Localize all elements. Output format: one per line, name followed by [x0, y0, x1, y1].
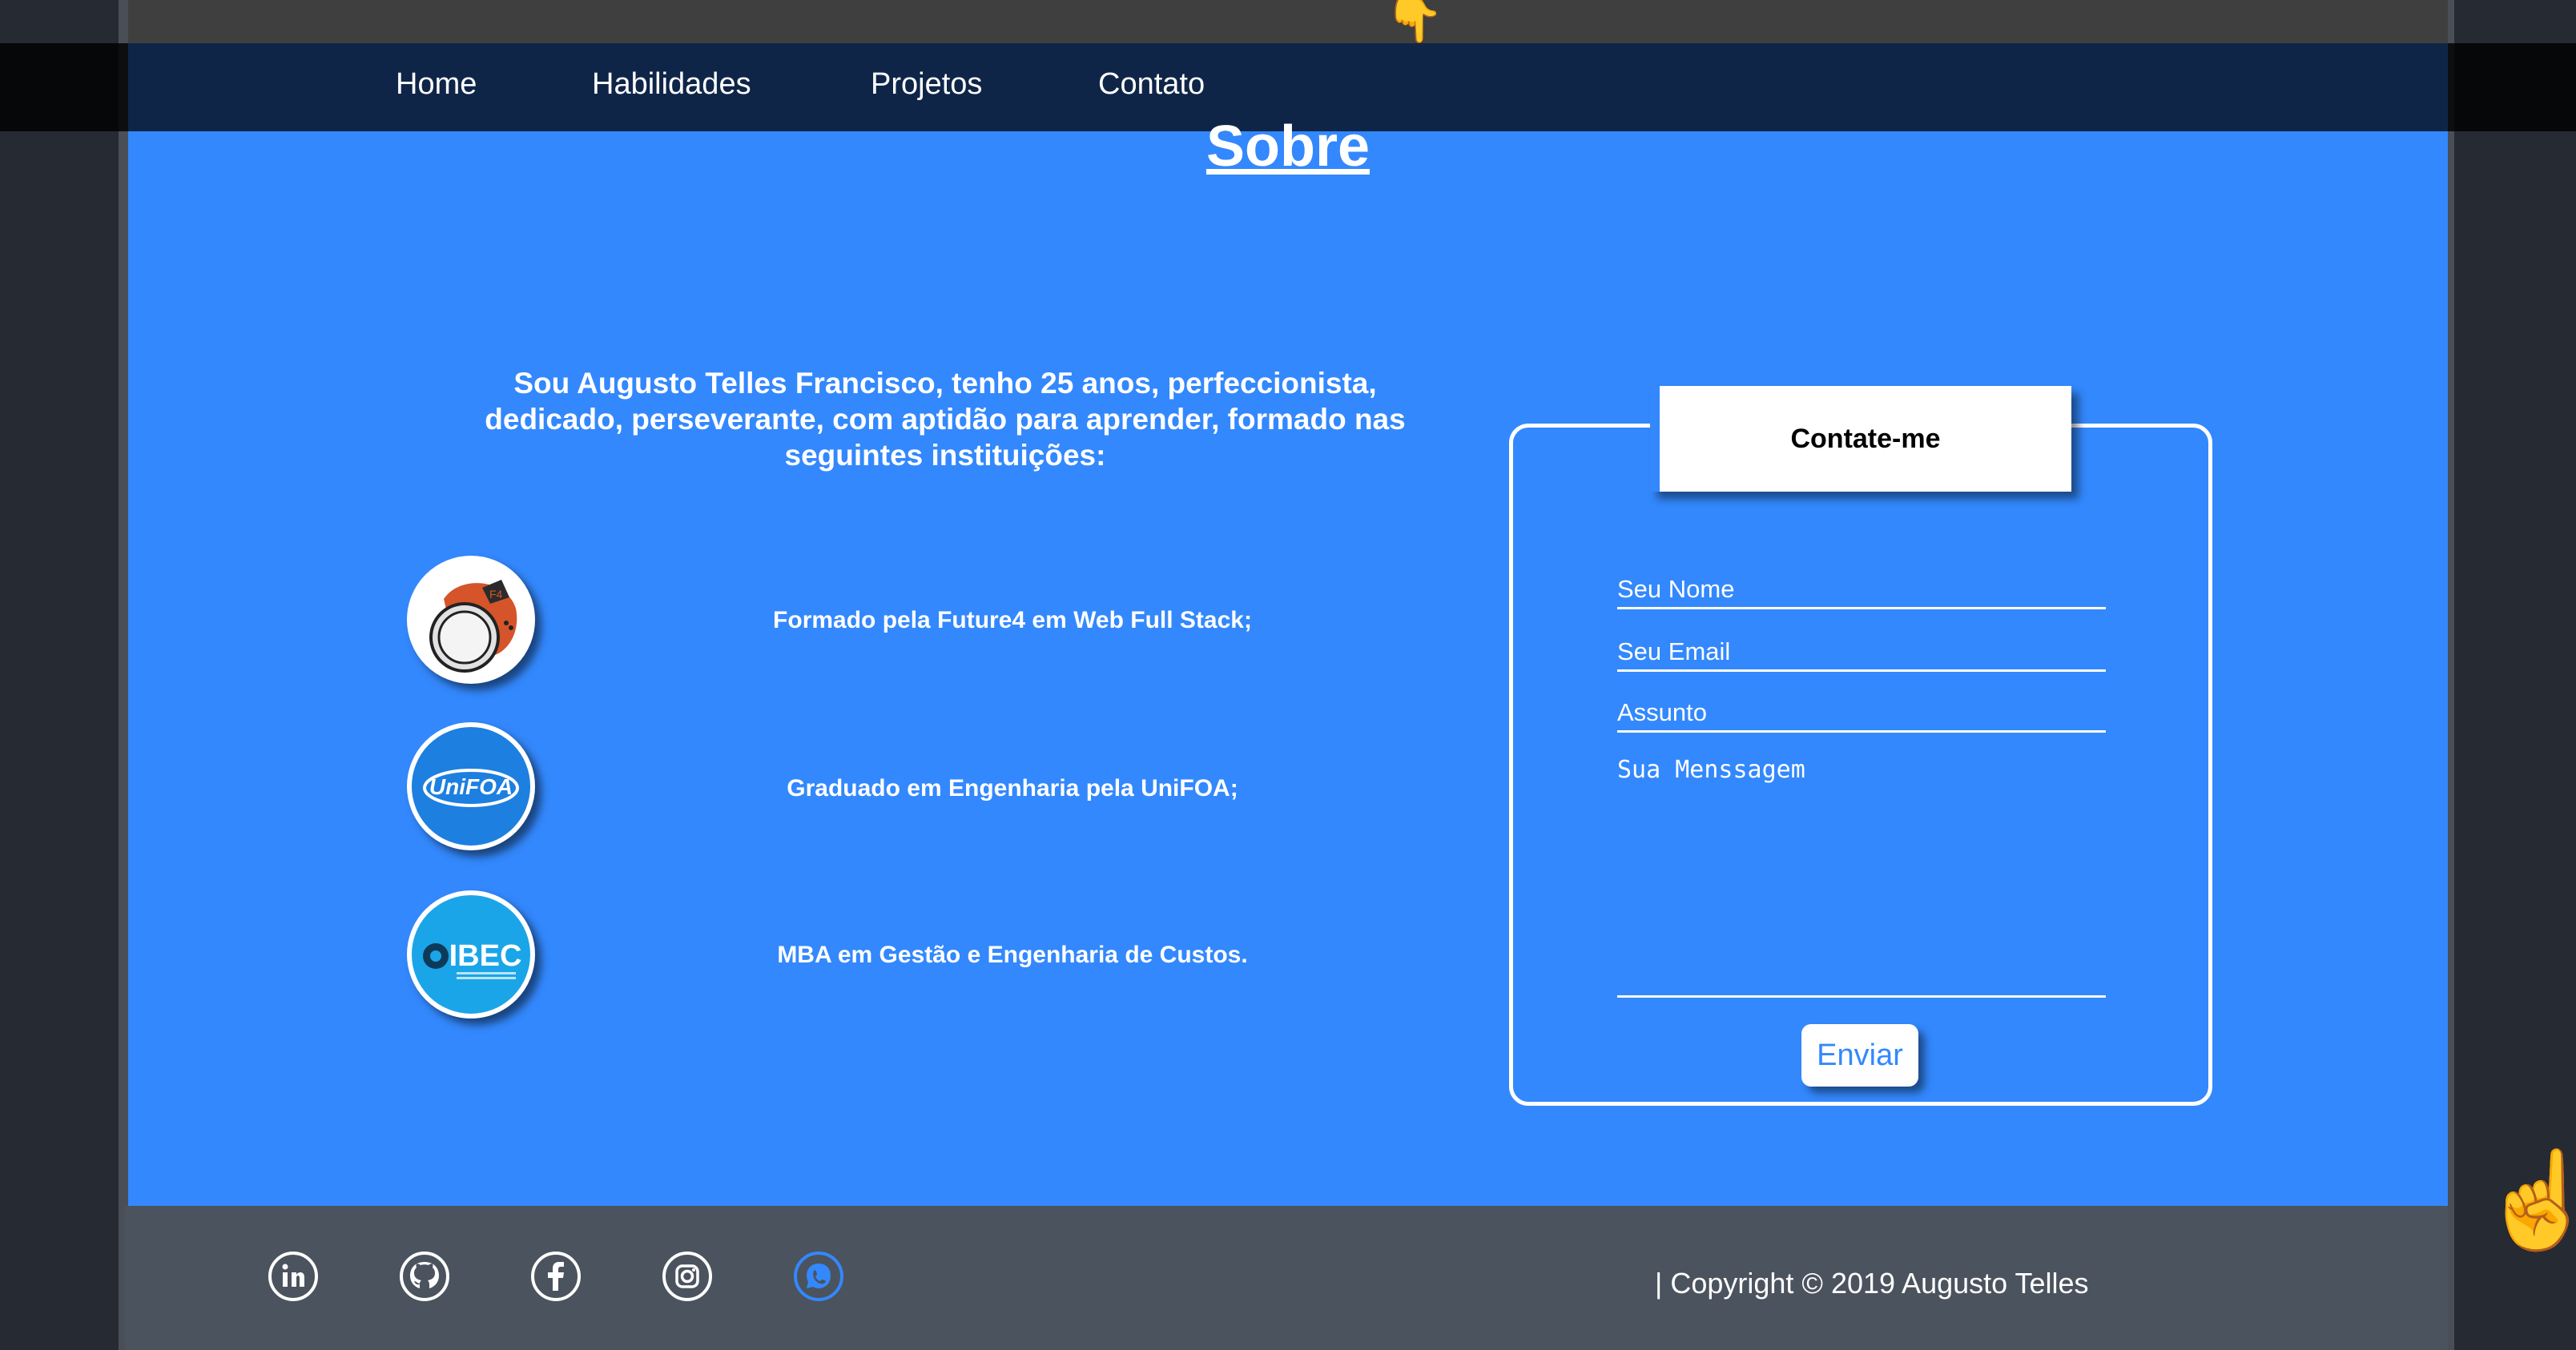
- message-field[interactable]: [1617, 756, 2106, 998]
- pointing-up-icon[interactable]: ☝: [2480, 1153, 2576, 1248]
- ibec-logo: IBEC: [407, 890, 535, 1019]
- ibec-emblem-icon: IBEC: [423, 939, 522, 979]
- education-item-unifoa: Graduado em Engenharia pela UniFOA;: [787, 775, 1238, 802]
- email-field[interactable]: [1617, 637, 2106, 672]
- linkedin-icon[interactable]: [268, 1251, 319, 1302]
- unifoa-logo: UniFOA: [407, 722, 535, 850]
- footer: | Copyright © 2019 Augusto Telles: [125, 1206, 2448, 1350]
- nav-projetos[interactable]: Projetos: [871, 67, 982, 102]
- unifoa-logo-text: UniFOA: [429, 774, 513, 799]
- future4-logo: F4: [407, 556, 535, 684]
- previous-section-strip: 👇: [128, 0, 2448, 44]
- send-button[interactable]: Enviar: [1801, 1024, 1918, 1087]
- nav-home[interactable]: Home: [396, 67, 477, 102]
- education-item-ibec: MBA em Gestão e Engenharia de Custos.: [777, 942, 1248, 968]
- unifoa-emblem-icon: UniFOA: [423, 769, 519, 807]
- name-field[interactable]: [1617, 575, 2106, 609]
- section-title: Sobre: [1205, 115, 1371, 179]
- facebook-icon[interactable]: [530, 1251, 582, 1302]
- ibec-logo-text: IBEC: [449, 939, 522, 973]
- whatsapp-icon[interactable]: [793, 1251, 844, 1302]
- svg-text:F4: F4: [489, 588, 503, 601]
- github-icon[interactable]: [399, 1251, 450, 1302]
- about-intro: Sou Augusto Telles Francisco, tenho 25 a…: [485, 367, 1406, 472]
- pointing-hand-icon: 👇: [1384, 0, 1444, 44]
- copyright-text: | Copyright © 2019 Augusto Telles: [1655, 1267, 2089, 1300]
- about-section: Sobre Sou Augusto Telles Francisco, tenh…: [128, 115, 2448, 1206]
- nav-contato[interactable]: Contato: [1098, 67, 1205, 102]
- subject-field[interactable]: [1617, 698, 2106, 733]
- education-item-future4: Formado pela Future4 em Web Full Stack;: [773, 607, 1252, 633]
- nav-habilidades[interactable]: Habilidades: [592, 67, 751, 102]
- future4-astronaut-icon: F4: [429, 580, 517, 673]
- instagram-icon[interactable]: [662, 1251, 713, 1302]
- contact-form-title: Contate-me: [1650, 386, 2071, 492]
